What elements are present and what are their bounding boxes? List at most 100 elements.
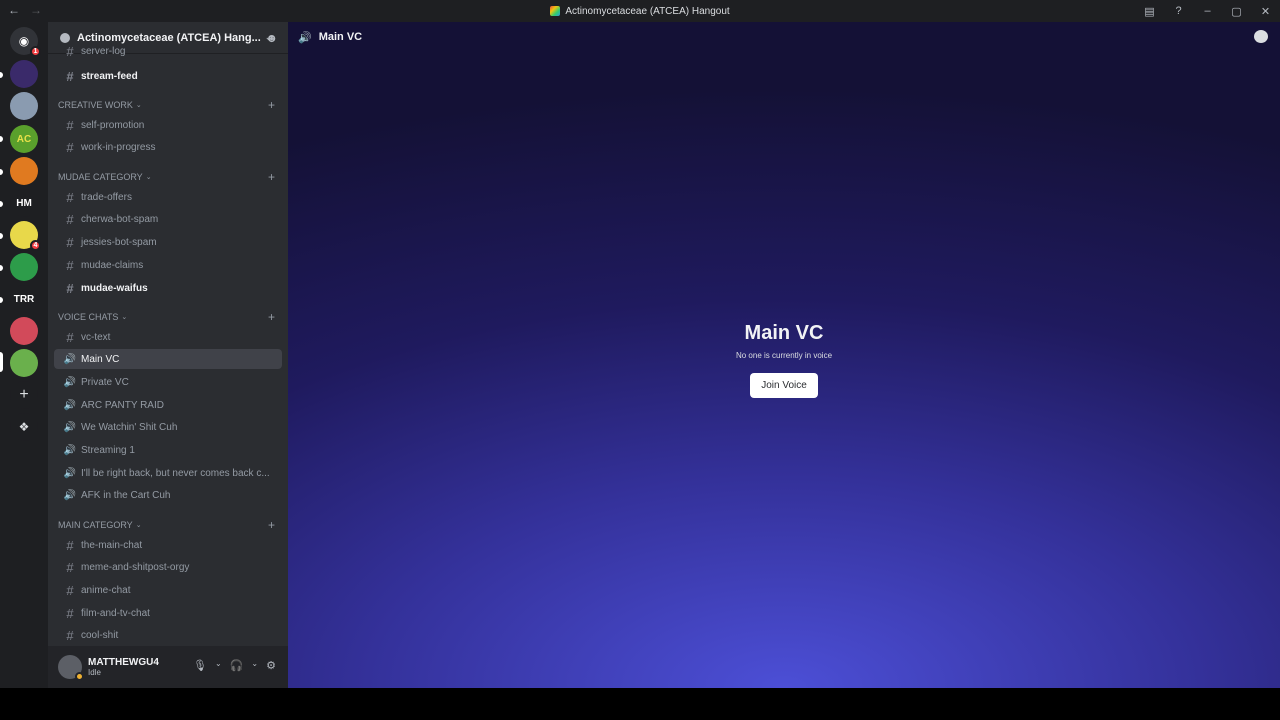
server-icon-10[interactable] [10, 349, 38, 377]
channel-name: cool-shit [81, 629, 119, 641]
help-icon[interactable]: ? [1164, 5, 1193, 17]
category-main[interactable]: MAIN CATEGORY ⌄ + [58, 518, 280, 532]
server-icon-9[interactable] [10, 317, 38, 345]
voice-channel-we-watchin[interactable]: 🔊 We Watchin' Shit Cuh [54, 417, 282, 437]
channel-name: I'll be right back, but never comes back… [81, 467, 270, 479]
server-icon-trr[interactable]: TRR [10, 285, 38, 313]
channel-name: work-in-progress [81, 141, 156, 153]
speaker-icon: 🔊 [63, 421, 77, 433]
channel-the-main-chat[interactable]: # the-main-chat [54, 535, 282, 555]
unread-indicator [0, 136, 3, 142]
channel-name: anime-chat [81, 584, 131, 596]
channel-cool-shit[interactable]: # cool-shit [54, 625, 282, 645]
chevron-down-icon[interactable]: ⌄ [215, 659, 222, 672]
server-icon-6[interactable]: 4 [10, 221, 41, 251]
channel-mudae-claims[interactable]: # mudae-claims [54, 255, 282, 275]
channel-mudae-waifus[interactable]: # mudae-waifus [54, 278, 282, 298]
channel-jessies-bot-spam[interactable]: # jessies-bot-spam [54, 232, 282, 252]
channel-name: film-and-tv-chat [81, 607, 150, 619]
voice-channel-arc-panty-raid[interactable]: 🔊 ARC PANTY RAID [54, 395, 282, 415]
chevron-down-icon: ⌄ [145, 174, 152, 181]
unread-indicator [0, 201, 3, 207]
channel-name: jessies-bot-spam [81, 236, 157, 248]
channel-name: cherwa-bot-spam [81, 213, 159, 225]
server-icon-hm[interactable]: HM [10, 189, 38, 217]
title-bar: ← → Actinomycetaceae (ATCEA) Hangout ▤ ?… [0, 0, 1280, 22]
notification-badge: 4 [30, 240, 41, 251]
close-button[interactable]: ✕ [1251, 5, 1280, 18]
create-channel-icon[interactable]: + [268, 310, 275, 324]
chat-bubble-icon[interactable] [1254, 30, 1268, 43]
channel-name: mudae-claims [81, 259, 144, 271]
headphones-icon[interactable]: 🎧 [230, 659, 244, 672]
channel-film-and-tv-chat[interactable]: # film-and-tv-chat [54, 603, 282, 623]
invite-people-icon[interactable]: ☻ [265, 31, 278, 45]
user-controls: 🎙 ⌄ 🎧 ⌄ ⚙ [193, 659, 276, 672]
hash-icon: # [66, 280, 74, 296]
hash-icon: # [66, 44, 74, 58]
category-name: MAIN CATEGORY [58, 520, 133, 530]
channel-self-promotion[interactable]: # self-promotion [54, 115, 282, 135]
microphone-icon[interactable]: 🎙 [193, 659, 207, 672]
channel-name: We Watchin' Shit Cuh [81, 421, 178, 433]
server-icon-7[interactable] [10, 253, 38, 281]
category-voice-chats[interactable]: VOICE CHATS ⌄ + [58, 310, 280, 324]
channel-vc-text[interactable]: # vc-text [54, 327, 282, 347]
hash-icon: # [66, 605, 74, 621]
unread-indicator [0, 265, 3, 271]
create-channel-icon[interactable]: + [268, 98, 275, 112]
server-icon-4[interactable] [10, 157, 38, 185]
status-indicator [75, 672, 84, 681]
user-status: Idle [88, 668, 101, 677]
add-server-button[interactable]: + [10, 381, 38, 409]
channel-name: Streaming 1 [81, 444, 135, 456]
category-creative-work[interactable]: CREATIVE WORK ⌄ + [58, 98, 280, 112]
guild-settings-icon [60, 32, 70, 43]
voice-channel-private-vc[interactable]: 🔊 Private VC [54, 372, 282, 392]
channel-cherwa-bot-spam[interactable]: # cherwa-bot-spam [54, 209, 282, 229]
voice-channel-brb[interactable]: 🔊 I'll be right back, but never comes bac… [54, 463, 282, 483]
channel-work-in-progress[interactable]: # work-in-progress [54, 137, 282, 157]
hash-icon: # [66, 329, 74, 345]
user-info[interactable]: MATTHEWGU4 Idle [88, 657, 159, 677]
voice-channel-streaming-1[interactable]: 🔊 Streaming 1 [54, 440, 282, 460]
unread-indicator [0, 169, 3, 175]
voice-channel-main-vc[interactable]: 🔊 Main VC [54, 349, 282, 369]
voice-empty-state: Main VC No one is currently in voice Joi… [288, 322, 1280, 398]
speaker-icon: 🔊 [63, 489, 77, 501]
screen-bottom-bar [0, 688, 1280, 720]
category-mudae[interactable]: MUDAE CATEGORY ⌄ + [58, 170, 280, 184]
voice-empty-message: No one is currently in voice [735, 351, 833, 360]
gear-icon[interactable]: ⚙ [266, 659, 276, 672]
discover-icon[interactable]: ❖ [10, 413, 38, 441]
inbox-icon[interactable]: ▤ [1135, 5, 1164, 18]
create-channel-icon[interactable]: + [268, 518, 275, 532]
hash-icon: # [66, 582, 74, 598]
hash-icon: # [66, 139, 74, 155]
avatar[interactable] [58, 655, 84, 681]
direct-messages-button[interactable]: ◉ 1 [10, 27, 41, 57]
minimize-button[interactable]: ‒ [1193, 5, 1222, 17]
server-icon-1[interactable] [10, 60, 38, 88]
channel-meme-and-shitpost-orgy[interactable]: # meme-and-shitpost-orgy [54, 557, 282, 577]
channel-anime-chat[interactable]: # anime-chat [54, 580, 282, 600]
channel-name: AFK in the Cart Cuh [81, 489, 171, 501]
window-title: Actinomycetaceae (ATCEA) Hangout [0, 6, 1280, 17]
create-channel-icon[interactable]: + [268, 170, 275, 184]
chevron-down-icon: ⌄ [135, 102, 142, 109]
chevron-down-icon[interactable]: ⌄ [251, 659, 258, 672]
voice-channel-afk[interactable]: 🔊 AFK in the Cart Cuh [54, 485, 282, 505]
server-icon-2[interactable] [10, 92, 38, 120]
speaker-icon: 🔊 [63, 444, 77, 456]
maximize-button[interactable]: ▢ [1222, 5, 1251, 18]
hash-icon: # [66, 211, 74, 227]
category-name: MUDAE CATEGORY [58, 172, 143, 182]
channel-trade-offers[interactable]: # trade-offers [54, 187, 282, 207]
server-icon [550, 6, 561, 16]
join-voice-button[interactable]: Join Voice [750, 373, 818, 398]
channel-title: Main VC [318, 31, 363, 43]
channel-server-log[interactable]: # server-log [54, 44, 282, 58]
channel-stream-feed[interactable]: # stream-feed [54, 66, 282, 86]
server-icon-ac[interactable]: AC [10, 125, 38, 153]
channel-name: server-log [81, 45, 126, 57]
